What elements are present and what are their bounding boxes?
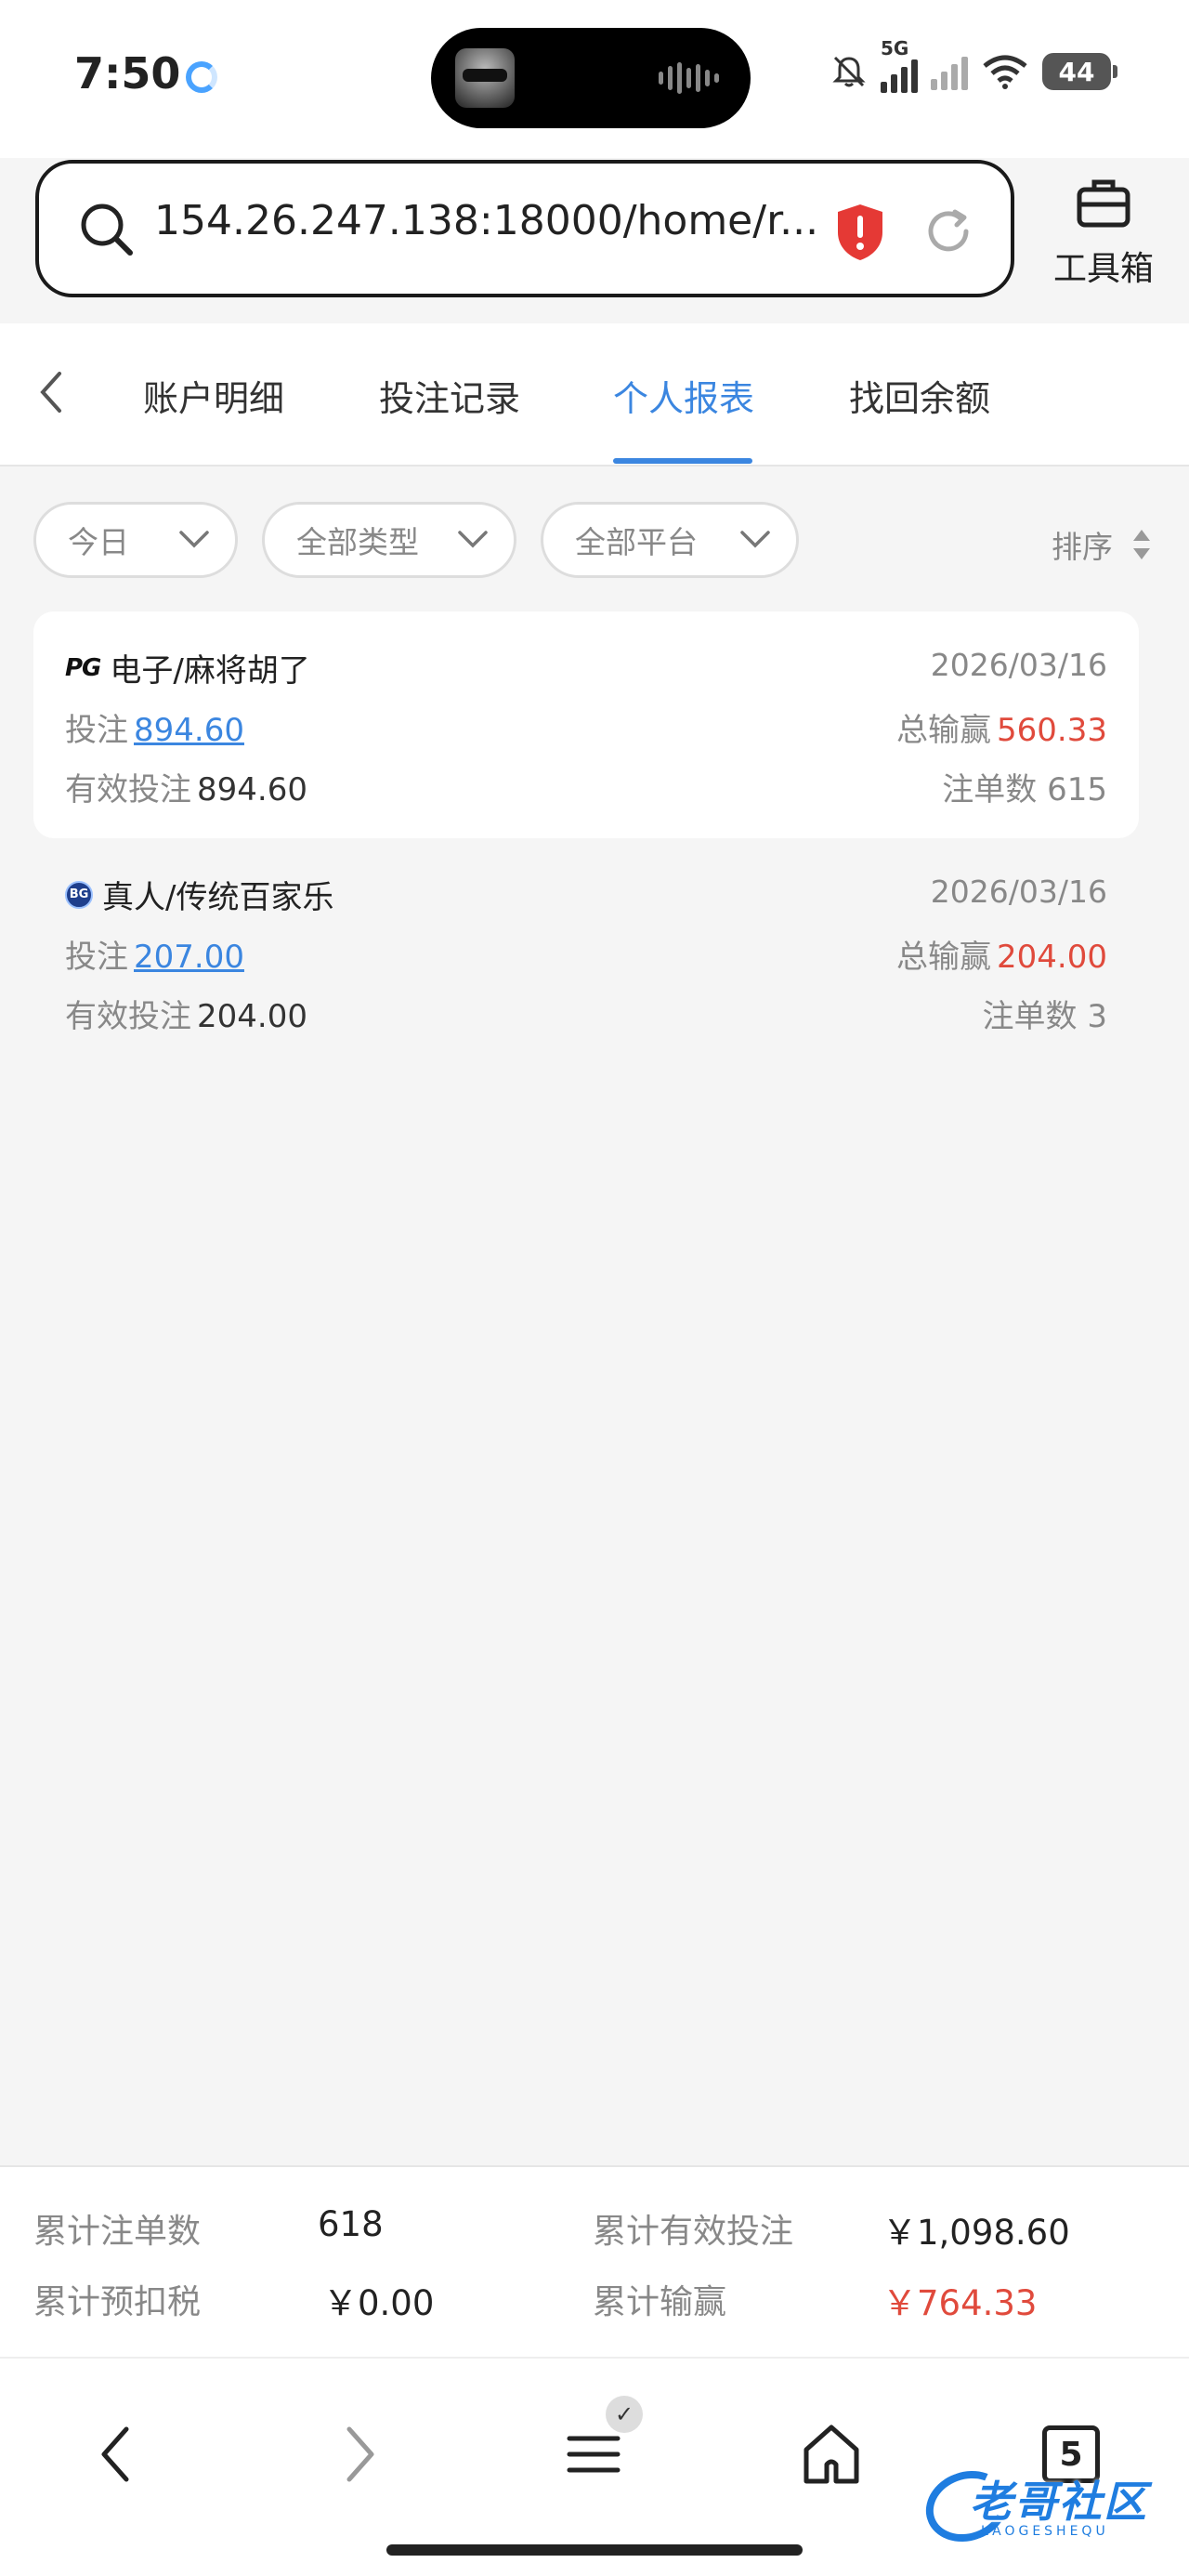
record-title: 真人/传统百家乐: [102, 879, 334, 916]
record-title-row: PG 电子/麻将胡了: [65, 645, 310, 690]
win-amount: 204.00: [997, 939, 1107, 976]
cellular-signal-icon: [881, 56, 918, 93]
sort-button[interactable]: 排序: [1052, 522, 1152, 567]
record-date: 2026/03/16: [930, 874, 1107, 910]
bet-label: 投注: [65, 712, 128, 749]
valid-bet-label: 有效投注: [65, 998, 191, 1035]
total-orders-label: 累计注单数: [33, 2213, 202, 2251]
address-bar[interactable]: 154.26.247.138:18000/home/r...: [35, 160, 1014, 297]
toolbox-icon: [1077, 179, 1130, 228]
bet-amount-link[interactable]: 207.00: [134, 939, 244, 976]
report-record[interactable]: BG 真人/传统百家乐 2026/03/16 投注 207.00 总输赢 204.0…: [33, 838, 1139, 1065]
sort-arrows-icon: [1133, 530, 1150, 559]
home-icon: [804, 2425, 859, 2484]
tab-account-details[interactable]: 账户明细: [143, 370, 284, 421]
record-win-row: 总输赢 204.00: [896, 931, 1107, 977]
order-count-label: 注单数: [942, 771, 1038, 808]
toolbox-button[interactable]: 工具箱: [1048, 173, 1159, 294]
chevron-down-icon: [179, 531, 209, 548]
chevron-left-icon: [101, 2426, 129, 2482]
date-filter-value: 今日: [68, 524, 129, 560]
status-bar: 7:50 5G 44: [0, 0, 1189, 158]
record-win-row: 总输赢 560.33: [896, 704, 1107, 750]
record-count-row: 注单数 3: [983, 991, 1107, 1036]
audio-wave-icon: [659, 61, 719, 95]
platform-filter-dropdown[interactable]: 全部平台: [541, 502, 799, 578]
record-bet-row: 投注 207.00: [65, 931, 244, 977]
bell-muted-icon: [832, 56, 866, 87]
status-time: 7:50: [74, 48, 181, 99]
order-count-label: 注单数: [982, 998, 1078, 1035]
reload-icon[interactable]: [921, 204, 975, 258]
type-filter-value: 全部类型: [296, 524, 419, 560]
nav-forward-button[interactable]: [318, 2412, 401, 2496]
win-label: 总输赢: [896, 939, 992, 976]
loading-indicator-icon: [186, 61, 217, 93]
record-date: 2026/03/16: [930, 647, 1107, 683]
record-title-row: BG 真人/传统百家乐: [65, 872, 333, 917]
security-warning-shield-icon[interactable]: [834, 203, 886, 262]
platform-filter-value: 全部平台: [575, 524, 698, 560]
menu-icon: [567, 2436, 621, 2473]
valid-bet-amount: 894.60: [197, 771, 307, 808]
watermark-logo: 老哥社区 LAOGESHEQU: [916, 2459, 1172, 2554]
date-filter-dropdown[interactable]: 今日: [33, 502, 238, 578]
watermark-text: 老哥社区: [970, 2477, 1148, 2527]
sort-label: 排序: [1052, 529, 1113, 565]
type-filter-dropdown[interactable]: 全部类型: [262, 502, 516, 578]
wifi-icon: [983, 55, 1027, 89]
battery-icon: 44: [1042, 53, 1117, 90]
tab-recover-balance[interactable]: 找回余额: [849, 370, 990, 421]
pg-logo-icon: PG: [65, 653, 101, 682]
record-valid-row: 有效投注 894.60: [65, 764, 307, 809]
toolbox-label: 工具箱: [1052, 250, 1154, 288]
total-win-value: ￥764.33: [882, 2283, 1038, 2323]
back-chevron-icon[interactable]: [28, 364, 74, 420]
chevron-right-icon: [346, 2426, 374, 2482]
record-bet-row: 投注 894.60: [65, 704, 244, 750]
search-icon: [81, 204, 133, 256]
total-win-label: 累计输赢: [593, 2283, 727, 2321]
dynamic-island[interactable]: [431, 28, 751, 128]
nav-home-button[interactable]: [790, 2412, 873, 2496]
chevron-down-icon: [458, 531, 488, 548]
report-record[interactable]: PG 电子/麻将胡了 2026/03/16 投注 894.60 总输赢 560.33…: [33, 611, 1139, 838]
network-type: 5G: [881, 37, 909, 59]
bg-logo-icon: BG: [65, 880, 93, 909]
watermark-subtext: LAOGESHEQU: [981, 2524, 1109, 2539]
valid-bet-label: 有效投注: [65, 771, 191, 808]
bet-amount-link[interactable]: 894.60: [134, 712, 244, 749]
summary-panel: 累计注单数 618 累计有效投注 ￥1,098.60 累计预扣税 ￥0.00 累…: [0, 2165, 1189, 2357]
menu-check-badge-icon: ✓: [606, 2396, 643, 2433]
status-icons: 5G 44: [830, 37, 1117, 95]
pre-tax-value: ￥0.00: [323, 2283, 435, 2323]
record-title: 电子/麻将胡了: [110, 652, 310, 690]
url-text[interactable]: 154.26.247.138:18000/home/r...: [154, 197, 818, 244]
record-valid-row: 有效投注 204.00: [65, 991, 307, 1036]
order-count: 615: [1047, 771, 1107, 808]
order-count: 3: [1087, 998, 1107, 1035]
tab-personal-report[interactable]: 个人报表: [613, 370, 754, 421]
active-tab-indicator: [613, 458, 752, 464]
filter-bar: 今日 全部类型 全部平台 排序: [0, 468, 1189, 608]
pre-tax-label: 累计预扣税: [33, 2283, 202, 2321]
bet-label: 投注: [65, 939, 128, 976]
report-tabs: 账户明细 投注记录 个人报表 找回余额: [0, 323, 1189, 467]
win-amount: 560.33: [997, 712, 1107, 749]
cellular-signal-secondary-icon: [931, 53, 968, 90]
tab-bet-records[interactable]: 投注记录: [379, 370, 520, 421]
media-avatar: [455, 48, 515, 108]
total-valid-bet-label: 累计有效投注: [593, 2213, 794, 2251]
nav-back-button[interactable]: [74, 2412, 158, 2496]
total-valid-bet-value: ￥1,098.60: [882, 2213, 1070, 2253]
home-indicator[interactable]: [386, 2544, 803, 2556]
valid-bet-amount: 204.00: [197, 998, 307, 1035]
record-count-row: 注单数 615: [942, 764, 1107, 809]
chevron-down-icon: [740, 531, 770, 548]
total-orders-value: 618: [318, 2204, 384, 2244]
win-label: 总输赢: [896, 712, 992, 749]
